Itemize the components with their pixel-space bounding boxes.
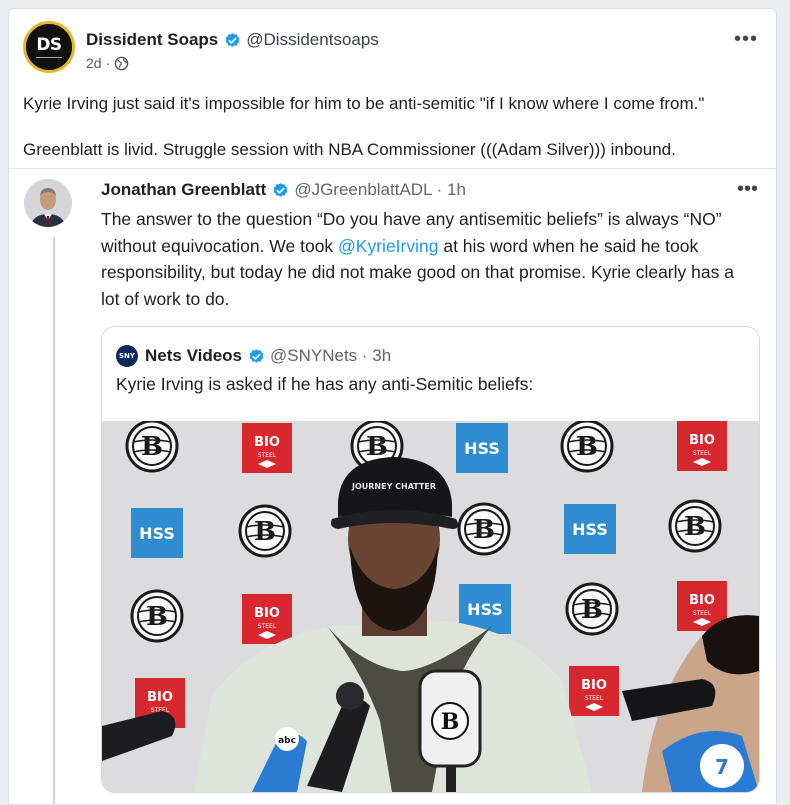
video-player[interactable]: B BIO STEEL HSS: [102, 421, 759, 792]
author-line: Dissident Soaps @Dissidentsoaps: [86, 30, 379, 50]
embedded-handle-time[interactable]: @JGreenblattADL · 1h: [294, 180, 466, 200]
mention-link[interactable]: @KyrieIrving: [338, 236, 438, 256]
post-paragraph-1: Kyrie Irving just said it's impossible f…: [23, 94, 705, 113]
mic-label: abc: [278, 736, 296, 746]
post-more-icon[interactable]: •••: [734, 29, 758, 49]
verified-badge-icon: [249, 348, 264, 363]
embedded-author-line: Jonathan Greenblatt @JGreenblattADL · 1h: [101, 180, 466, 200]
quoted-handle-time[interactable]: @SNYNets · 3h: [270, 346, 391, 366]
avatar-divider: [36, 56, 62, 58]
svg-text:7: 7: [715, 755, 729, 779]
quoted-author-line: SNY Nets Videos @SNYNets · 3h: [116, 345, 391, 367]
embedded-display-name[interactable]: Jonathan Greenblatt: [101, 180, 266, 200]
embedded-author-avatar[interactable]: [24, 179, 72, 227]
embedded-tweet[interactable]: Jonathan Greenblatt @JGreenblattADL · 1h…: [9, 168, 776, 804]
verified-badge-icon: [273, 182, 288, 197]
thread-line: [53, 237, 55, 804]
embedded-more-icon[interactable]: •••: [737, 179, 758, 199]
sny-logo: SNY: [116, 345, 138, 367]
author-display-name[interactable]: Dissident Soaps: [86, 30, 218, 50]
cap-text: JOURNEY CHATTER: [351, 482, 436, 491]
verified-badge-icon: [225, 32, 240, 47]
video-frame: B BIO STEEL HSS: [102, 421, 759, 792]
quoted-display-name[interactable]: Nets Videos: [145, 346, 242, 366]
author-avatar[interactable]: DS: [23, 21, 75, 73]
post-paragraph-2: Greenblatt is livid. Struggle session wi…: [23, 140, 676, 159]
globe-icon: [114, 56, 129, 70]
svg-text:B: B: [441, 709, 460, 735]
meta-separator: ·: [105, 55, 111, 71]
quoted-tweet[interactable]: SNY Nets Videos @SNYNets · 3h Kyrie Irvi…: [101, 326, 760, 793]
person-photo-icon: [24, 179, 72, 227]
post-card: DS Dissident Soaps @Dissidentsoaps 2d · …: [8, 8, 777, 805]
embedded-tweet-text: The answer to the question “Do you have …: [101, 206, 751, 312]
quoted-text: Kyrie Irving is asked if he has any anti…: [116, 374, 534, 394]
post-time[interactable]: 2d: [86, 55, 102, 71]
avatar-initials: DS: [36, 34, 62, 55]
author-handle[interactable]: @Dissidentsoaps: [246, 30, 379, 50]
post-meta: 2d ·: [86, 55, 129, 71]
